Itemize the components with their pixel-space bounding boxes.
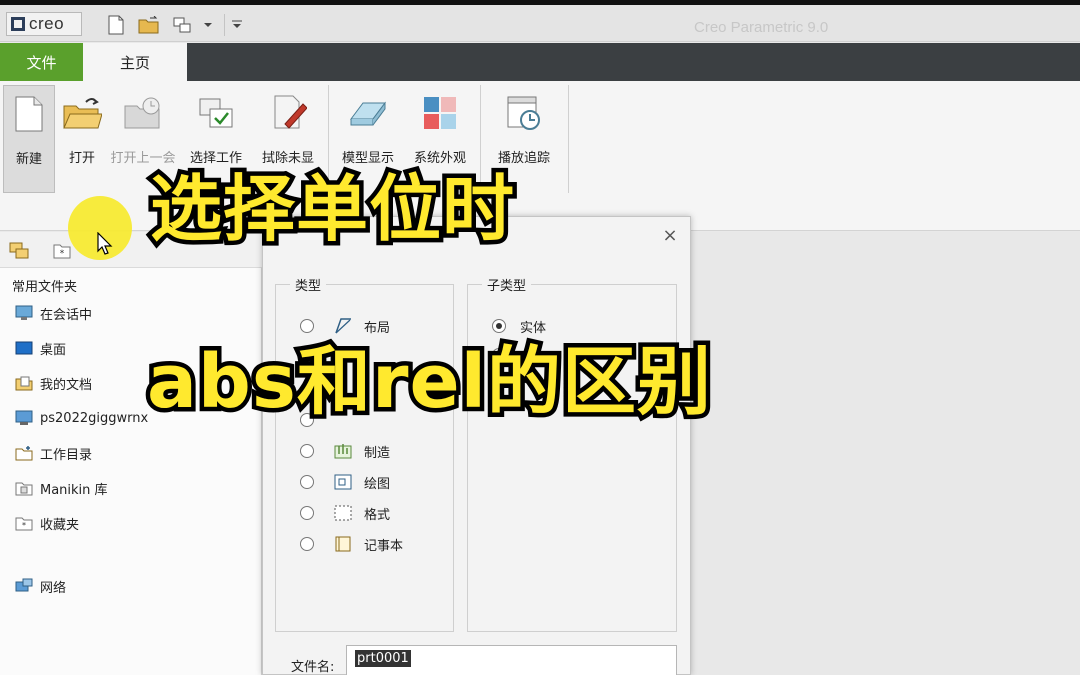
erase-icon <box>274 95 307 129</box>
monitor-icon <box>15 305 33 320</box>
desktop-icon <box>15 341 33 355</box>
folder-navigator: 常用文件夹 在会话中 桌面 我的文档 ps2022giggwrnx 工作目录 M… <box>0 268 262 675</box>
nav-item-label: 网络 <box>40 580 67 596</box>
open-folder-icon <box>138 16 159 34</box>
chevron-down-icon <box>204 23 212 27</box>
windows-icon <box>173 17 191 33</box>
radio-button-selected[interactable] <box>492 319 506 333</box>
nav-item-label: 收藏夹 <box>40 517 80 533</box>
filename-value: prt0001 <box>355 650 411 667</box>
nav-item-label: 我的文档 <box>40 377 93 393</box>
logo-text: creo <box>29 14 65 33</box>
type-option-drawing[interactable]: 绘图 <box>300 472 390 492</box>
play-trail-icon <box>507 96 540 130</box>
quick-dropdown-button[interactable] <box>198 14 218 36</box>
filename-label: 文件名: <box>291 660 335 675</box>
nav-item-working-directory[interactable]: 工作目录 <box>14 442 92 464</box>
documents-icon <box>15 376 33 391</box>
nav-item-desktop[interactable]: 桌面 <box>14 337 66 359</box>
type-option-notebook[interactable]: 记事本 <box>300 534 403 554</box>
window-title: Creo Parametric 9.0 <box>694 19 829 36</box>
new-file-dialog: × 类型 布局 制造 绘图 格式 记事本 子类型 实体 文件名: prt0001 <box>262 216 691 675</box>
subtype-option-solid[interactable]: 实体 <box>492 316 546 336</box>
favorites-icon: * <box>15 517 33 531</box>
nav-item-in-session[interactable]: 在会话中 <box>14 302 92 324</box>
new-label: 新建 <box>15 152 42 167</box>
new-file-icon <box>108 15 124 35</box>
creo-logo[interactable]: creo <box>6 12 82 36</box>
format-icon <box>334 505 352 521</box>
option-label: 制造 <box>364 445 391 461</box>
radio-button[interactable] <box>300 537 314 551</box>
notebook-icon <box>335 536 351 552</box>
model-tree-icon <box>9 242 29 259</box>
model-display-icon <box>350 101 386 126</box>
manufacturing-icon <box>334 444 352 459</box>
favorites-folder-icon: * <box>53 244 71 259</box>
type-group-title: 类型 <box>290 275 327 294</box>
nav-item-network[interactable]: 网络 <box>14 575 66 597</box>
svg-text:*: * <box>60 249 65 259</box>
mouse-pointer-icon <box>97 232 113 255</box>
caption-line-1: 选择单位时 <box>145 163 518 256</box>
nav-item-label: 桌面 <box>40 342 67 358</box>
layout-icon <box>335 318 351 334</box>
option-label: 记事本 <box>364 538 404 554</box>
tab-file[interactable]: 文件 <box>0 43 83 81</box>
library-icon <box>15 482 33 496</box>
common-folders-heading: 常用文件夹 <box>12 280 78 295</box>
customize-dropdown-icon <box>231 20 242 28</box>
open-folder-icon <box>63 98 102 129</box>
nav-item-manikin-library[interactable]: Manikin 库 <box>14 477 108 499</box>
option-label: 布局 <box>364 320 391 336</box>
svg-text:*: * <box>22 521 26 530</box>
select-working-dir-icon <box>199 98 233 128</box>
tab-model-tree[interactable] <box>8 240 30 264</box>
network-icon <box>15 578 33 592</box>
nav-item-label: ps2022giggwrnx <box>40 410 149 426</box>
quick-open-button[interactable] <box>137 14 161 36</box>
open-button[interactable]: 打开 <box>58 85 106 193</box>
nav-item-computer[interactable]: ps2022giggwrnx <box>14 407 148 429</box>
nav-item-label: Manikin 库 <box>40 482 108 498</box>
nav-item-favorites[interactable]: * 收藏夹 <box>14 512 79 534</box>
type-option-manufacturing[interactable]: 制造 <box>300 441 390 461</box>
customize-toolbar-button[interactable] <box>224 14 248 36</box>
new-file-icon <box>15 96 43 132</box>
option-label: 格式 <box>364 507 391 523</box>
nav-item-my-documents[interactable]: 我的文档 <box>14 372 92 394</box>
creo-logo-icon <box>11 17 25 31</box>
nav-item-label: 工作目录 <box>40 447 93 463</box>
caption-line-2: abs和rel的区别 <box>143 335 716 430</box>
open-last-session-icon <box>124 97 160 129</box>
type-option-layout[interactable]: 布局 <box>300 316 390 336</box>
close-icon[interactable]: × <box>662 227 678 245</box>
system-appearance-icon <box>424 97 456 129</box>
ribbon-separator <box>568 85 569 193</box>
radio-button[interactable] <box>300 319 314 333</box>
working-folder-icon <box>15 446 33 461</box>
quick-window-button[interactable] <box>170 14 194 36</box>
quick-new-button[interactable] <box>104 14 128 36</box>
open-label: 打开 <box>68 151 95 166</box>
option-label: 实体 <box>520 320 547 336</box>
ribbon-tab-row: 文件 主页 <box>0 43 1080 81</box>
radio-button[interactable] <box>300 475 314 489</box>
radio-button[interactable] <box>300 444 314 458</box>
subtype-group-title: 子类型 <box>482 275 532 294</box>
type-option-format[interactable]: 格式 <box>300 503 390 523</box>
title-bar: creo Creo Parametric 9.0 <box>0 5 1080 42</box>
tab-folder-browser[interactable]: * <box>52 240 72 264</box>
option-label: 绘图 <box>364 476 391 492</box>
nav-item-label: 在会话中 <box>40 307 93 323</box>
drawing-icon <box>334 474 352 490</box>
new-button[interactable]: 新建 <box>3 85 55 193</box>
filename-input[interactable]: prt0001 <box>346 645 677 675</box>
tab-home[interactable]: 主页 <box>83 43 187 81</box>
radio-button[interactable] <box>300 506 314 520</box>
computer-icon <box>15 410 33 425</box>
